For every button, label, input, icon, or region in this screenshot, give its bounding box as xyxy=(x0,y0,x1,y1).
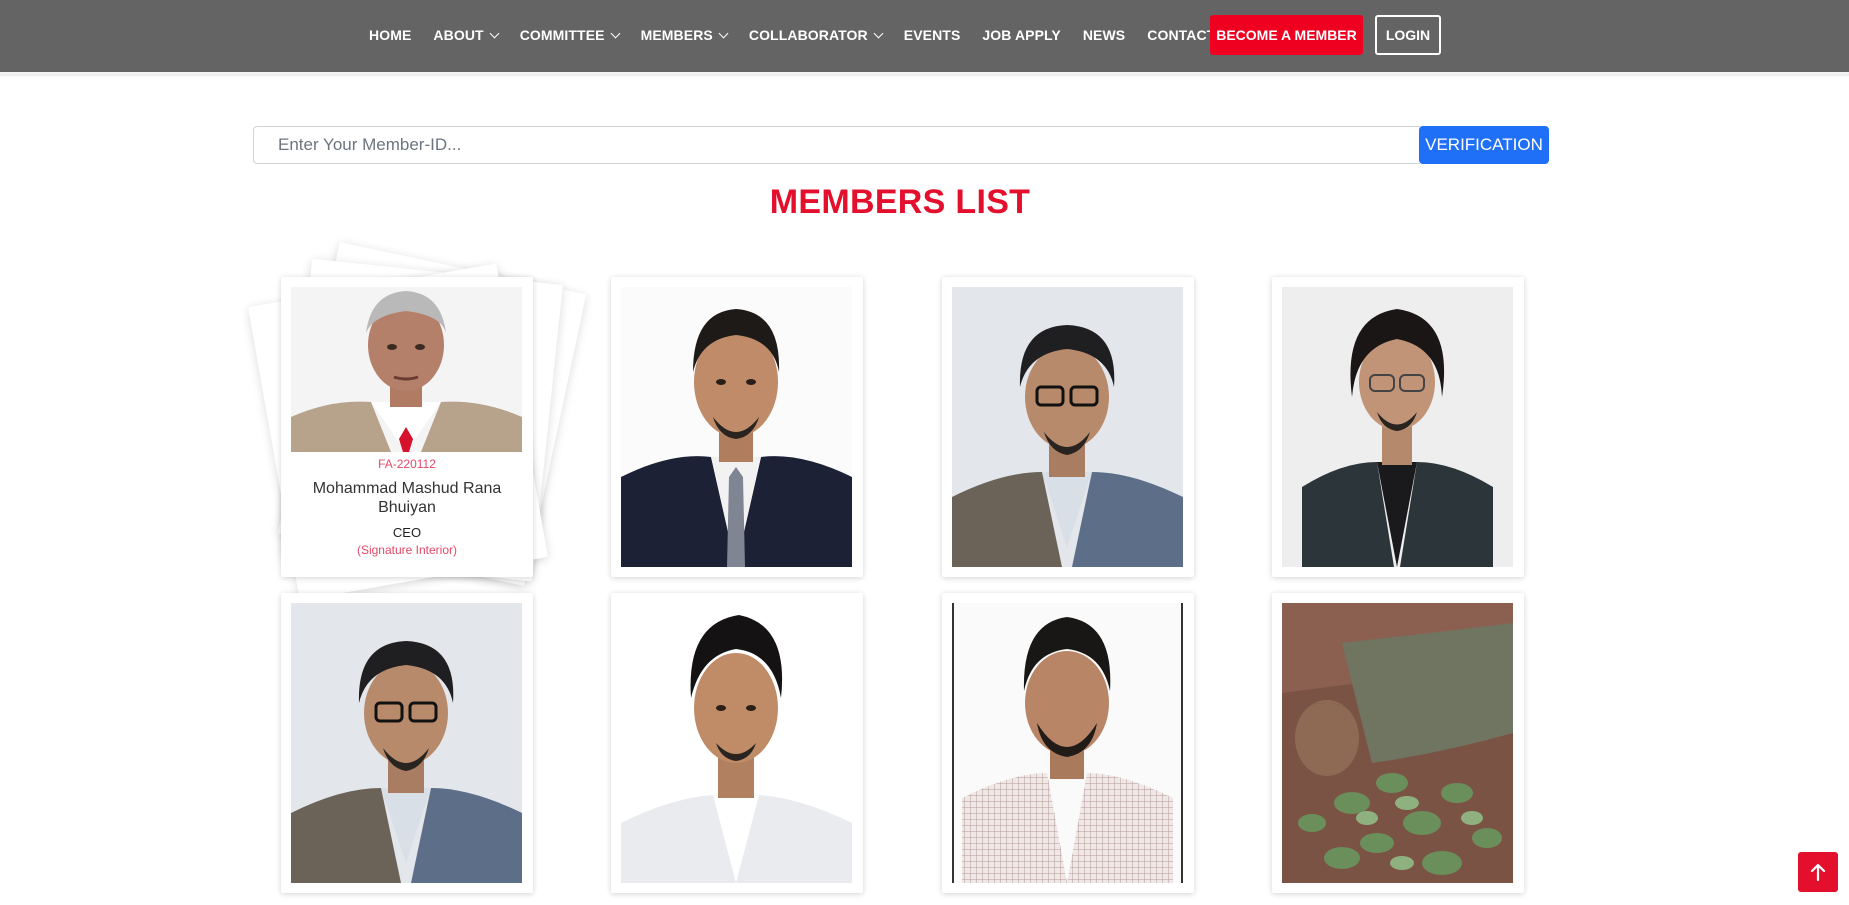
chevron-down-icon xyxy=(489,28,500,38)
nav-item-about[interactable]: ABOUT xyxy=(433,27,500,43)
member-photo xyxy=(1282,287,1513,567)
chevron-down-icon xyxy=(873,28,884,38)
nav-label: COMMITTEE xyxy=(519,27,605,43)
member-card[interactable] xyxy=(942,277,1194,577)
member-role: CEO xyxy=(392,525,422,540)
login-button[interactable]: LOGIN xyxy=(1375,15,1441,55)
member-photo xyxy=(291,603,522,883)
chevron-down-icon xyxy=(718,28,729,38)
member-card[interactable] xyxy=(281,593,533,893)
member-company: (Signature Interior) xyxy=(356,543,458,557)
nav-label: HOME xyxy=(369,27,412,43)
page-title: MEMBERS LIST xyxy=(769,183,1031,221)
member-id-input[interactable] xyxy=(253,126,1420,164)
nav-item-news[interactable]: NEWS xyxy=(1083,27,1125,43)
verification-button[interactable]: VERIFICATION xyxy=(1419,126,1549,164)
chevron-down-icon xyxy=(610,28,621,38)
member-photo xyxy=(621,603,852,883)
member-verification-form: VERIFICATION xyxy=(253,126,1549,164)
member-photo xyxy=(621,287,852,567)
member-card[interactable] xyxy=(611,593,863,893)
nav-label: CONTACT xyxy=(1147,27,1216,43)
nav-item-contact[interactable]: CONTACT xyxy=(1147,27,1215,43)
nav-label: MEMBERS xyxy=(640,27,713,43)
member-card[interactable] xyxy=(942,593,1194,893)
nav-item-committee[interactable]: COMMITTEE xyxy=(519,27,621,43)
member-name: Mohammad Mashud Rana Bhuiyan xyxy=(312,480,502,516)
navbar-shadow xyxy=(0,72,1849,77)
member-photo xyxy=(1282,603,1513,883)
member-photo xyxy=(952,287,1183,567)
nav-label: EVENTS xyxy=(903,27,961,43)
member-card[interactable] xyxy=(1272,277,1524,577)
nav-item-members[interactable]: MEMBERS xyxy=(640,27,729,43)
scroll-to-top-button[interactable] xyxy=(1798,852,1838,892)
nav-label: ABOUT xyxy=(433,27,484,43)
member-card[interactable]: FA-220112 Mohammad Mashud Rana Bhuiyan C… xyxy=(281,277,533,577)
member-card[interactable] xyxy=(611,277,863,577)
nav-item-job-apply[interactable]: JOB APPLY xyxy=(982,27,1060,43)
nav-item-collaborator[interactable]: COLLABORATOR xyxy=(748,27,884,43)
nav-item-home[interactable]: HOME xyxy=(369,27,411,43)
member-photo xyxy=(952,603,1183,883)
nav-label: COLLABORATOR xyxy=(748,27,868,43)
member-id: FA-220112 xyxy=(378,457,436,471)
nav-item-events[interactable]: EVENTS xyxy=(904,27,961,43)
top-navbar: HOME ABOUT COMMITTEE MEMBERS COLLABORATO… xyxy=(0,0,1849,72)
main-nav: HOME ABOUT COMMITTEE MEMBERS COLLABORATO… xyxy=(369,15,1237,55)
member-card[interactable] xyxy=(1272,593,1524,893)
member-photo xyxy=(291,287,522,452)
arrow-up-icon xyxy=(1810,863,1826,881)
become-member-button[interactable]: BECOME A MEMBER xyxy=(1210,15,1363,55)
nav-label: JOB APPLY xyxy=(982,27,1061,43)
member-info: FA-220112 Mohammad Mashud Rana Bhuiyan C… xyxy=(281,457,533,557)
nav-label: NEWS xyxy=(1082,27,1126,43)
